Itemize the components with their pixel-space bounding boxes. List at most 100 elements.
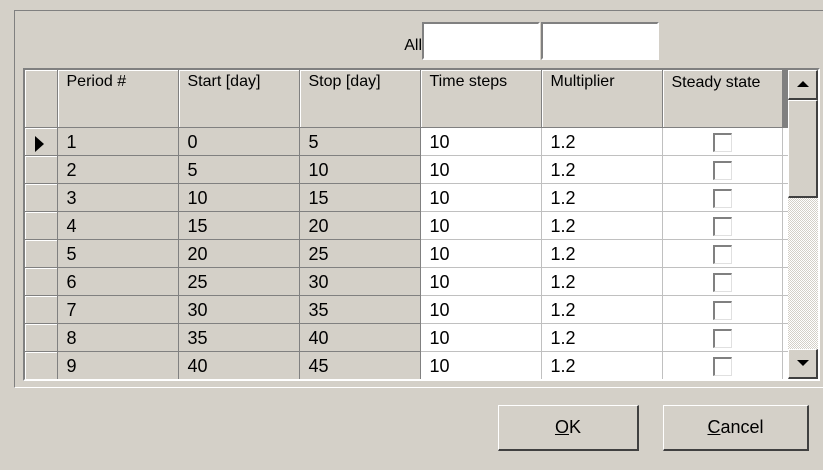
table-row[interactable]: 4 15 20 10 1.2 — [25, 211, 793, 240]
row-selector[interactable] — [25, 267, 58, 296]
cell-period: 9 — [57, 351, 179, 379]
cell-time-steps[interactable]: 10 — [420, 155, 542, 184]
cell-stop: 15 — [299, 183, 421, 212]
cell-period: 6 — [57, 267, 179, 296]
cell-steady-state — [662, 323, 783, 352]
row-selector[interactable] — [25, 155, 58, 184]
cell-stop: 45 — [299, 351, 421, 379]
cell-steady-state — [662, 155, 783, 184]
corner-header-cell — [25, 70, 58, 128]
cell-period: 1 — [57, 127, 179, 156]
cell-start: 10 — [178, 183, 300, 212]
table-row[interactable]: 1 0 5 10 1.2 — [25, 127, 793, 156]
cell-start: 5 — [178, 155, 300, 184]
cell-multiplier[interactable]: 1.2 — [541, 239, 663, 268]
cell-period: 8 — [57, 323, 179, 352]
table-row[interactable]: 6 25 30 10 1.2 — [25, 267, 793, 296]
table-row[interactable]: 2 5 10 10 1.2 — [25, 155, 793, 184]
cell-steady-state — [662, 351, 783, 379]
table-row[interactable]: 9 40 45 10 1.2 — [25, 351, 793, 379]
steady-state-checkbox[interactable] — [712, 217, 732, 237]
cell-time-steps[interactable]: 10 — [420, 267, 542, 296]
ok-button[interactable]: OK — [498, 405, 639, 451]
cell-stop: 35 — [299, 295, 421, 324]
steady-state-checkbox[interactable] — [712, 189, 732, 209]
row-selector[interactable] — [25, 127, 58, 156]
row-selector[interactable] — [25, 183, 58, 212]
column-header-stop[interactable]: Stop [day] — [299, 70, 421, 128]
cell-multiplier[interactable]: 1.2 — [541, 155, 663, 184]
cell-time-steps[interactable]: 10 — [420, 211, 542, 240]
scrollbar-thumb[interactable] — [788, 100, 818, 198]
cell-steady-state — [662, 295, 783, 324]
cell-start: 25 — [178, 267, 300, 296]
cell-time-steps[interactable]: 10 — [420, 183, 542, 212]
cancel-mnemonic: C — [707, 417, 721, 437]
cell-steady-state — [662, 267, 783, 296]
row-selector[interactable] — [25, 351, 58, 379]
cell-multiplier[interactable]: 1.2 — [541, 127, 663, 156]
cancel-button[interactable]: Cancel — [663, 405, 809, 451]
column-header-period[interactable]: Period # — [57, 70, 179, 128]
vertical-scrollbar[interactable] — [788, 70, 818, 379]
cell-multiplier[interactable]: 1.2 — [541, 211, 663, 240]
cell-start: 20 — [178, 239, 300, 268]
table-row[interactable]: 7 30 35 10 1.2 — [25, 295, 793, 324]
cell-time-steps[interactable]: 10 — [420, 239, 542, 268]
cell-period: 4 — [57, 211, 179, 240]
cell-start: 40 — [178, 351, 300, 379]
cell-stop: 20 — [299, 211, 421, 240]
column-header-time-steps[interactable]: Time steps — [420, 70, 542, 128]
current-row-arrow-icon — [35, 135, 44, 152]
scroll-up-button[interactable] — [788, 70, 818, 100]
row-selector[interactable] — [25, 323, 58, 352]
cell-time-steps[interactable]: 10 — [420, 127, 542, 156]
cell-stop: 25 — [299, 239, 421, 268]
cell-steady-state — [662, 211, 783, 240]
steady-state-checkbox[interactable] — [712, 357, 732, 377]
all-multiplier-input-1[interactable] — [422, 22, 540, 60]
periods-grid[interactable]: Period # Start [day] Stop [day] Time ste… — [23, 68, 820, 381]
all-label: All — [404, 37, 422, 54]
cell-multiplier[interactable]: 1.2 — [541, 183, 663, 212]
cell-time-steps[interactable]: 10 — [420, 323, 542, 352]
all-multiplier-input-2[interactable] — [541, 22, 659, 60]
cell-period: 5 — [57, 239, 179, 268]
cell-multiplier[interactable]: 1.2 — [541, 267, 663, 296]
ok-label-rest: K — [569, 417, 582, 437]
cell-steady-state — [662, 127, 783, 156]
cell-start: 15 — [178, 211, 300, 240]
steady-state-checkbox[interactable] — [712, 301, 732, 321]
cell-period: 3 — [57, 183, 179, 212]
cell-time-steps[interactable]: 10 — [420, 295, 542, 324]
cell-start: 0 — [178, 127, 300, 156]
cell-period: 7 — [57, 295, 179, 324]
steady-state-checkbox[interactable] — [712, 133, 732, 153]
cell-time-steps[interactable]: 10 — [420, 351, 542, 379]
column-header-steady-state[interactable]: Steady state — [662, 70, 783, 128]
table-row[interactable]: 8 35 40 10 1.2 — [25, 323, 793, 352]
cell-steady-state — [662, 239, 783, 268]
column-header-start[interactable]: Start [day] — [178, 70, 300, 128]
row-selector[interactable] — [25, 211, 58, 240]
cell-multiplier[interactable]: 1.2 — [541, 351, 663, 379]
cell-multiplier[interactable]: 1.2 — [541, 323, 663, 352]
cell-start: 30 — [178, 295, 300, 324]
steady-state-checkbox[interactable] — [712, 329, 732, 349]
steady-state-checkbox[interactable] — [712, 245, 732, 265]
cell-stop: 5 — [299, 127, 421, 156]
steady-state-checkbox[interactable] — [712, 161, 732, 181]
cell-stop: 40 — [299, 323, 421, 352]
table-row[interactable]: 3 10 15 10 1.2 — [25, 183, 793, 212]
row-selector[interactable] — [25, 239, 58, 268]
table-header-row: Period # Start [day] Stop [day] Time ste… — [25, 70, 792, 128]
steady-state-checkbox[interactable] — [712, 273, 732, 293]
table-row[interactable]: 5 20 25 10 1.2 — [25, 239, 793, 268]
scroll-up-arrow-icon — [797, 81, 809, 87]
scroll-down-button[interactable] — [788, 349, 818, 379]
cell-period: 2 — [57, 155, 179, 184]
steady-state-header-label: Steady state — [671, 74, 761, 91]
cell-multiplier[interactable]: 1.2 — [541, 295, 663, 324]
column-header-multiplier[interactable]: Multiplier — [541, 70, 663, 128]
row-selector[interactable] — [25, 295, 58, 324]
